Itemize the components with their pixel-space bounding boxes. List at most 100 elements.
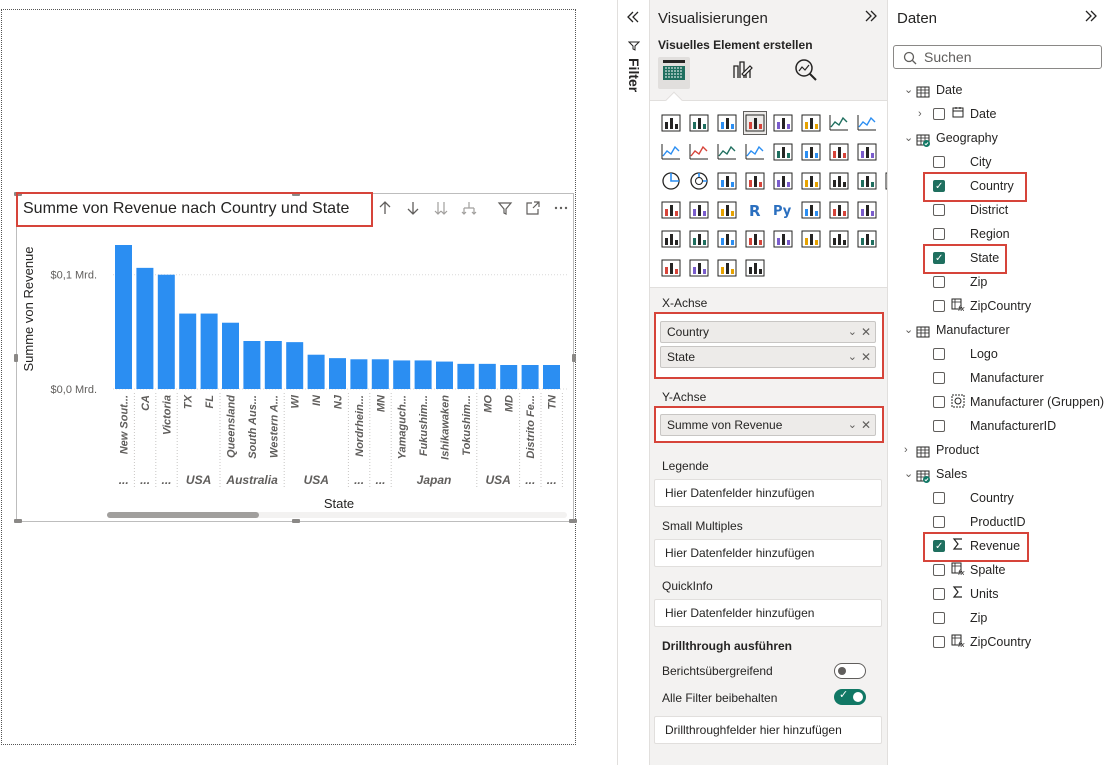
ribbon-chart-icon[interactable] xyxy=(772,141,794,163)
card-icon[interactable] xyxy=(856,170,878,192)
drill-up-icon[interactable] xyxy=(375,200,395,220)
horizontal-scrollbar[interactable] xyxy=(107,512,567,518)
arcgis-icon[interactable] xyxy=(800,228,822,250)
chevrons-right-icon[interactable] xyxy=(864,8,878,28)
field-checkbox[interactable] xyxy=(933,420,945,432)
y-axis-well[interactable]: Summe von Revenue ⌄ ✕ xyxy=(654,406,884,443)
table-date[interactable]: ⌄ Date xyxy=(888,78,1106,102)
resize-handle[interactable] xyxy=(569,519,577,523)
image-icon[interactable] xyxy=(744,228,766,250)
drillthrough-well[interactable]: Drillthroughfelder hier hinzufügen xyxy=(654,716,882,744)
stacked-column-icon[interactable] xyxy=(688,112,710,134)
chevron-down-icon[interactable]: ⌄ xyxy=(848,347,857,367)
drill-down-icon[interactable] xyxy=(403,200,423,220)
azure-map-icon[interactable] xyxy=(800,170,822,192)
build-visual-icon[interactable] xyxy=(658,57,690,89)
field-checkbox[interactable] xyxy=(933,108,945,120)
waterfall-icon[interactable] xyxy=(800,141,822,163)
100-stacked-bar-icon[interactable] xyxy=(772,112,794,134)
field-region[interactable]: Region xyxy=(888,222,1106,246)
field-checkbox[interactable] xyxy=(933,300,945,312)
shape-map-icon[interactable] xyxy=(688,257,710,279)
map-icon[interactable] xyxy=(744,170,766,192)
x-axis-well[interactable]: Country ⌄ ✕ State ⌄ ✕ xyxy=(654,312,884,379)
field-checkbox[interactable] xyxy=(933,204,945,216)
field-pill-sum-revenue[interactable]: Summe von Revenue ⌄ ✕ xyxy=(660,414,876,436)
focus-mode-icon[interactable] xyxy=(523,200,543,220)
stacked-area-icon[interactable] xyxy=(660,141,682,163)
remove-field-icon[interactable]: ✕ xyxy=(861,415,871,435)
decomposition-tree-icon[interactable] xyxy=(828,199,850,221)
clustered-bar-icon[interactable] xyxy=(716,112,738,134)
100-stacked-column-icon[interactable] xyxy=(800,112,822,134)
gauge-icon[interactable] xyxy=(828,170,850,192)
chevron-down-icon[interactable]: ⌄ xyxy=(848,415,857,435)
field-zip[interactable]: Zip xyxy=(888,606,1106,630)
chevron-right-icon[interactable]: › xyxy=(904,438,916,462)
key-influencers-icon[interactable] xyxy=(800,199,822,221)
search-input[interactable]: Suchen xyxy=(893,45,1102,69)
field-zipcountry[interactable]: fx ZipCountry xyxy=(888,294,1106,318)
field-checkbox[interactable] xyxy=(933,396,945,408)
tooltips-well[interactable]: Hier Datenfelder hinzufügen xyxy=(654,599,882,627)
chevron-right-icon[interactable]: › xyxy=(918,102,930,126)
field-pill-state[interactable]: State ⌄ ✕ xyxy=(660,346,876,368)
table-icon[interactable] xyxy=(688,199,710,221)
table-manufacturer[interactable]: ⌄ Manufacturer xyxy=(888,318,1106,342)
paginated-report-icon[interactable] xyxy=(660,228,682,250)
clustered-column-chart-visual[interactable]: Summe von Revenue nach Country und State… xyxy=(14,192,577,523)
chevron-down-icon[interactable]: ⌄ xyxy=(904,462,916,486)
remove-field-icon[interactable]: ✕ xyxy=(861,347,871,367)
chevron-down-icon[interactable]: ⌄ xyxy=(904,126,916,150)
field-checkbox[interactable] xyxy=(933,636,945,648)
filter-pane-label[interactable]: Filter xyxy=(626,58,642,92)
field-checkbox[interactable] xyxy=(933,372,945,384)
field-checkbox[interactable] xyxy=(933,492,945,504)
100-stacked-area-icon[interactable] xyxy=(688,141,710,163)
custom-slicer-icon[interactable] xyxy=(744,257,766,279)
resize-handle[interactable] xyxy=(14,519,22,523)
area-chart-icon[interactable] xyxy=(856,112,878,134)
power-apps-icon[interactable] xyxy=(688,228,710,250)
legend-well[interactable]: Hier Datenfelder hinzufügen xyxy=(654,479,882,507)
stacked-bar-icon[interactable] xyxy=(660,112,682,134)
chevrons-left-icon[interactable] xyxy=(626,8,640,29)
line-chart-icon[interactable] xyxy=(828,112,850,134)
field-manufacturerid[interactable]: ManufacturerID xyxy=(888,414,1106,438)
remove-field-icon[interactable]: ✕ xyxy=(861,322,871,342)
field-checkbox[interactable] xyxy=(933,516,945,528)
chevron-down-icon[interactable]: ⌄ xyxy=(904,78,916,102)
field-pill-country[interactable]: Country ⌄ ✕ xyxy=(660,321,876,343)
field-checkbox[interactable] xyxy=(933,156,945,168)
field-checkbox[interactable] xyxy=(933,612,945,624)
field-zipcountry[interactable]: fx ZipCountry xyxy=(888,630,1106,654)
resize-handle[interactable] xyxy=(292,519,300,523)
small-multiples-well[interactable]: Hier Datenfelder hinzufügen xyxy=(654,539,882,567)
r-visual-icon[interactable]: R xyxy=(744,199,766,221)
line-stacked-column-icon[interactable] xyxy=(716,141,738,163)
field-checkbox[interactable] xyxy=(933,348,945,360)
donut-chart-icon[interactable] xyxy=(688,170,710,192)
field-checkbox[interactable] xyxy=(933,276,945,288)
clustered-column-icon[interactable] xyxy=(743,111,767,135)
filled-map-icon[interactable] xyxy=(772,170,794,192)
power-automate-flow-icon[interactable] xyxy=(856,228,878,250)
filter-icon[interactable] xyxy=(495,200,515,220)
field-units[interactable]: Units xyxy=(888,582,1106,606)
matrix-icon[interactable] xyxy=(716,199,738,221)
field-productid[interactable]: ProductID xyxy=(888,510,1106,534)
chevron-down-icon[interactable]: ⌄ xyxy=(904,318,916,342)
scrollbar-thumb[interactable] xyxy=(107,512,259,518)
field-checkbox[interactable] xyxy=(933,588,945,600)
funnel-chart-icon[interactable] xyxy=(828,141,850,163)
trophy-icon[interactable] xyxy=(716,257,738,279)
field-checkbox[interactable] xyxy=(933,564,945,576)
expand-next-level-icon[interactable] xyxy=(431,200,451,220)
qa-icon[interactable] xyxy=(856,199,878,221)
treemap-icon[interactable] xyxy=(716,170,738,192)
field-city[interactable]: City xyxy=(888,150,1106,174)
table-product[interactable]: › Product xyxy=(888,438,1106,462)
keep-filters-toggle[interactable]: ✓ xyxy=(834,689,866,705)
analytics-icon[interactable] xyxy=(790,57,822,89)
field-date[interactable]: › Date xyxy=(888,102,1106,126)
